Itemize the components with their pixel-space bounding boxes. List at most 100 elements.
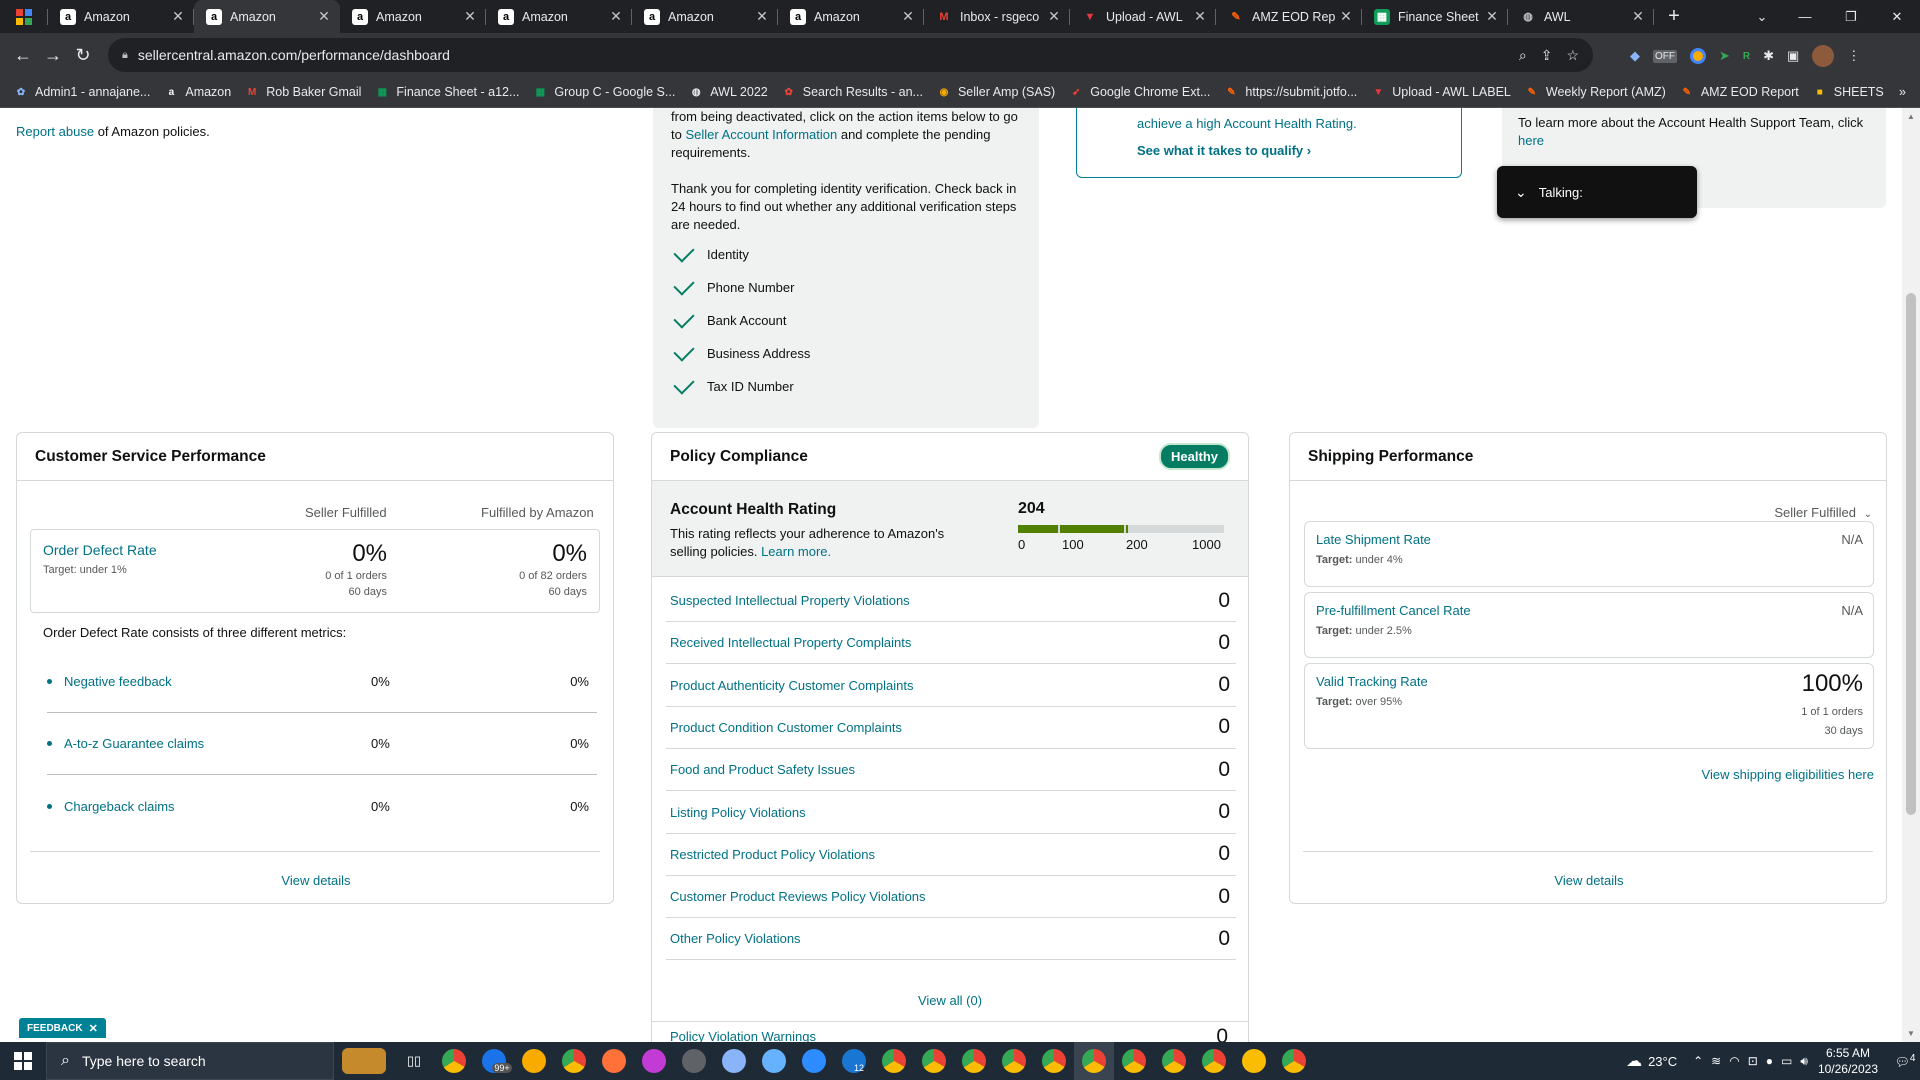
- see-what-it-takes-link[interactable]: See what it takes to qualify ›: [1137, 143, 1461, 158]
- browser-tab[interactable]: a Amazon ✕: [778, 0, 924, 33]
- bookmark-item[interactable]: ▦ Finance Sheet - a12...: [375, 85, 520, 99]
- start-button[interactable]: [0, 1042, 46, 1080]
- tray-battery-icon[interactable]: ▭: [1781, 1054, 1792, 1069]
- profile-avatar[interactable]: [1812, 45, 1835, 67]
- browser-tab[interactable]: ▦ Finance Sheet ✕: [1362, 0, 1508, 33]
- bookmark-item[interactable]: a Amazon: [164, 85, 232, 99]
- odr-metric-link[interactable]: A-to-z Guarantee claims: [64, 736, 364, 751]
- taskbar-app-button[interactable]: [1234, 1042, 1274, 1080]
- bookmark-star-icon[interactable]: ☆: [1566, 47, 1579, 64]
- seller-account-info-link[interactable]: Seller Account Information: [685, 127, 837, 142]
- back-button[interactable]: ←: [8, 45, 38, 66]
- tab-close-icon[interactable]: ✕: [1630, 8, 1646, 25]
- scrollbar-down-arrow[interactable]: ▼: [1907, 1029, 1915, 1038]
- taskbar-app-button[interactable]: [514, 1042, 554, 1080]
- browser-tab[interactable]: ◍ AWL ✕: [1508, 0, 1654, 33]
- bookmark-item[interactable]: ➶ Google Chrome Ext...: [1069, 85, 1210, 99]
- browser-tab[interactable]: ▼ Upload - AWL ✕: [1070, 0, 1216, 33]
- bookmark-item[interactable]: ✿ Admin1 - annajane...: [14, 85, 151, 99]
- taskbar-search-box[interactable]: ⌕ Type here to search: [46, 1042, 334, 1080]
- taskbar-app-button[interactable]: [1154, 1042, 1194, 1080]
- taskbar-news-widget[interactable]: [334, 1042, 394, 1080]
- ahr-promo-text[interactable]: achieve a high Account Health Rating.: [1137, 116, 1461, 131]
- task-view-button[interactable]: ▯▯: [394, 1042, 434, 1080]
- taskbar-app-button[interactable]: [434, 1042, 474, 1080]
- shipping-metric-link[interactable]: Valid Tracking Rate: [1316, 674, 1428, 689]
- taskbar-app-button[interactable]: 12: [834, 1042, 874, 1080]
- support-here-link[interactable]: here: [1518, 132, 1872, 150]
- policy-violation-link[interactable]: Food and Product Safety Issues: [670, 762, 855, 777]
- tab-close-icon[interactable]: ✕: [170, 8, 186, 25]
- browser-tab[interactable]: a Amazon ✕: [340, 0, 486, 33]
- browser-tab[interactable]: a Amazon ✕: [486, 0, 632, 33]
- taskbar-app-button[interactable]: [794, 1042, 834, 1080]
- taskbar-app-button[interactable]: [1274, 1042, 1314, 1080]
- feedback-button[interactable]: FEEDBACK ✕: [19, 1018, 106, 1038]
- new-tab-button[interactable]: +: [1654, 5, 1694, 28]
- tray-chevron-icon[interactable]: ⌃: [1693, 1054, 1703, 1069]
- shipping-metric-link[interactable]: Late Shipment Rate: [1316, 532, 1431, 547]
- tab-search-menu[interactable]: [0, 0, 48, 33]
- policy-violation-link[interactable]: Listing Policy Violations: [670, 805, 806, 820]
- shipping-view-details-link[interactable]: View details: [1290, 873, 1888, 888]
- tab-close-icon[interactable]: ✕: [900, 8, 916, 25]
- taskbar-app-button[interactable]: [954, 1042, 994, 1080]
- shipping-metric-link[interactable]: Pre-fulfillment Cancel Rate: [1316, 603, 1471, 618]
- maximize-button[interactable]: ❐: [1828, 9, 1874, 25]
- browser-tab[interactable]: a Amazon ✕: [194, 0, 340, 33]
- policy-violation-link[interactable]: Suspected Intellectual Property Violatio…: [670, 593, 910, 608]
- omnibox[interactable]: 🔒︎ sellercentral.amazon.com/performance/…: [108, 38, 1593, 72]
- tab-close-icon[interactable]: ✕: [1484, 8, 1500, 25]
- clock[interactable]: 6:55 AM 10/26/2023: [1818, 1045, 1878, 1077]
- policy-violation-link[interactable]: Restricted Product Policy Violations: [670, 847, 875, 862]
- policy-violation-link[interactable]: Received Intellectual Property Complaint…: [670, 635, 911, 650]
- talking-overlay[interactable]: ⌄ Talking:: [1497, 166, 1697, 218]
- browser-menu-icon[interactable]: ⋮: [1847, 48, 1860, 64]
- scrollbar-up-arrow[interactable]: ▲: [1907, 112, 1915, 121]
- extension-diamond-icon[interactable]: ◆: [1630, 48, 1640, 64]
- share-icon[interactable]: ⇪: [1541, 47, 1553, 64]
- taskbar-app-button[interactable]: [994, 1042, 1034, 1080]
- policy-violation-link[interactable]: Product Authenticity Customer Complaints: [670, 678, 914, 693]
- shipping-eligibilities-link[interactable]: View shipping eligibilities here: [1702, 767, 1874, 782]
- system-tray[interactable]: ⌃ ≋ ◠ ⊡ ● ▭ 🔊︎: [1693, 1054, 1808, 1069]
- taskbar-app-button[interactable]: [874, 1042, 914, 1080]
- taskbar-app-button[interactable]: [674, 1042, 714, 1080]
- taskbar-app-button[interactable]: 99+: [474, 1042, 514, 1080]
- page-scrollbar[interactable]: ▲ ▼: [1902, 108, 1920, 1042]
- policy-violation-link[interactable]: Product Condition Customer Complaints: [670, 720, 902, 735]
- tray-network-icon[interactable]: ≋: [1711, 1054, 1721, 1069]
- extensions-puzzle-icon[interactable]: ✱: [1763, 48, 1774, 64]
- tray-volume-icon[interactable]: 🔊︎: [1800, 1054, 1808, 1069]
- policy-violation-link[interactable]: Customer Product Reviews Policy Violatio…: [670, 889, 926, 904]
- bookmark-item[interactable]: M Rob Baker Gmail: [245, 85, 361, 99]
- odr-link[interactable]: Order Defect Rate: [43, 542, 157, 558]
- scrollbar-thumb[interactable]: [1906, 293, 1916, 815]
- notification-button[interactable]: 💬︎4: [1890, 1053, 1920, 1069]
- browser-tab[interactable]: a Amazon ✕: [48, 0, 194, 33]
- bookmark-item[interactable]: ■ SHEETS: [1813, 85, 1884, 99]
- bookmark-item[interactable]: ✎ AMZ EOD Report: [1680, 85, 1799, 99]
- tray-mic-icon[interactable]: ●: [1766, 1054, 1773, 1069]
- tab-close-icon[interactable]: ✕: [1192, 8, 1208, 25]
- taskbar-app-button[interactable]: [1074, 1042, 1114, 1080]
- extension-off-icon[interactable]: OFF: [1653, 49, 1677, 63]
- policy-violation-link[interactable]: Other Policy Violations: [670, 931, 801, 946]
- bookmark-item[interactable]: ◉ Seller Amp (SAS): [937, 85, 1056, 99]
- tab-close-icon[interactable]: ✕: [1338, 8, 1354, 25]
- zoom-icon[interactable]: ⌕: [1519, 47, 1527, 64]
- odr-metric-link[interactable]: Negative feedback: [64, 674, 364, 689]
- tray-wifi-icon[interactable]: ◠: [1729, 1054, 1739, 1069]
- taskbar-app-button[interactable]: [914, 1042, 954, 1080]
- taskbar-app-button[interactable]: [634, 1042, 674, 1080]
- taskbar-app-button[interactable]: [714, 1042, 754, 1080]
- close-icon[interactable]: ✕: [89, 1022, 98, 1035]
- csp-view-details-link[interactable]: View details: [17, 873, 615, 888]
- bookmark-item[interactable]: ✎ https://submit.jotfo...: [1224, 85, 1357, 99]
- extension-r-icon[interactable]: R: [1743, 51, 1750, 62]
- extension-circle-icon[interactable]: [1690, 48, 1706, 64]
- sidepanel-icon[interactable]: ▣: [1787, 48, 1799, 64]
- odr-metric-link[interactable]: Chargeback claims: [64, 799, 364, 814]
- weather-widget[interactable]: ☁ 23°C: [1626, 1051, 1677, 1071]
- tab-close-icon[interactable]: ✕: [462, 8, 478, 25]
